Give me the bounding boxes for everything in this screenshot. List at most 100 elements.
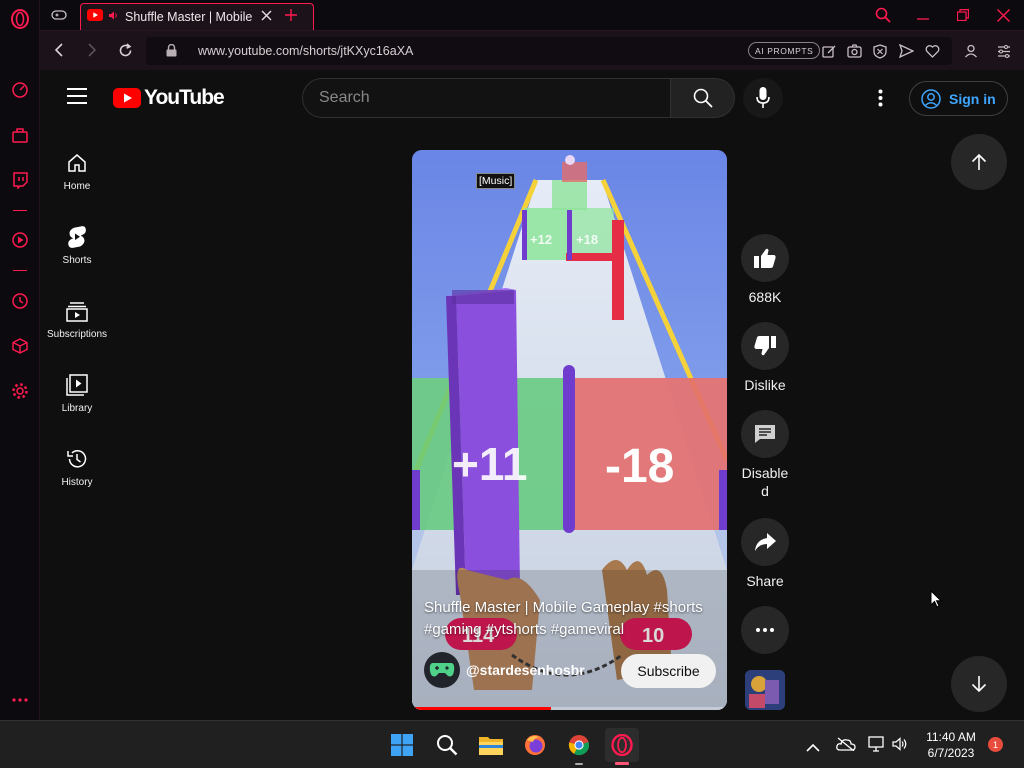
sign-in-button[interactable]: Sign in (909, 81, 1008, 116)
send-icon[interactable] (898, 43, 914, 59)
youtube-logo[interactable]: YouTube (113, 86, 225, 110)
forward-arrow-icon[interactable] (84, 42, 100, 58)
youtube-wordmark: YouTube (144, 86, 225, 109)
comments-action[interactable]: Disable d (739, 410, 791, 500)
close-tab-icon[interactable] (261, 8, 272, 26)
windows-taskbar: 11:40 AM 6/7/2023 1 (0, 720, 1024, 768)
audio-playing-icon[interactable] (108, 8, 119, 26)
speedometer-icon[interactable] (9, 79, 31, 101)
network-icon[interactable] (868, 736, 886, 757)
tab-youtube-short[interactable]: Shuffle Master | Mobile Gameplay #shorts (80, 3, 314, 30)
settings-more-icon[interactable] (878, 89, 883, 112)
opera-gx-icon (611, 734, 633, 756)
guide-label: Subscriptions (46, 329, 108, 340)
opera-logo-icon[interactable] (9, 8, 31, 30)
comments-button[interactable] (741, 410, 789, 458)
like-button[interactable] (741, 234, 789, 282)
player-icon[interactable] (9, 229, 31, 251)
ai-prompts-button[interactable]: AI PROMPTS (748, 42, 821, 59)
minimize-button[interactable] (912, 4, 934, 26)
share-action[interactable]: Share (739, 518, 791, 590)
chrome-button[interactable] (562, 728, 596, 765)
adblock-shield-icon[interactable] (872, 43, 888, 59)
guide-item-library[interactable]: Library (41, 369, 113, 443)
taskbar-search-button[interactable] (430, 728, 464, 762)
more-dots-icon[interactable] (9, 689, 31, 711)
guide-item-history[interactable]: History (41, 443, 113, 517)
new-tab-button[interactable] (280, 4, 302, 26)
voice-search-button[interactable] (743, 78, 783, 118)
progress-bar[interactable] (412, 707, 727, 710)
close-window-button[interactable] (992, 4, 1014, 26)
search-tabs-icon[interactable] (872, 4, 894, 26)
search-button[interactable] (671, 78, 735, 118)
windows-start-button[interactable] (385, 728, 419, 762)
url-field[interactable]: www.youtube.com/shorts/jtKXyc16aXA AI PR… (146, 37, 952, 65)
gate-right-label: -18 (605, 440, 674, 493)
search-box (302, 78, 671, 118)
account-circle-icon (921, 88, 941, 109)
reload-icon[interactable] (117, 42, 133, 58)
settings-gear-icon[interactable] (9, 380, 31, 402)
gamepad-avatar-icon (429, 663, 455, 677)
volume-icon[interactable] (892, 737, 908, 756)
youtube-play-logo-icon (113, 88, 141, 108)
easy-setup-icon[interactable] (996, 43, 1012, 59)
gamepad-icon[interactable] (48, 4, 70, 26)
lock-icon[interactable] (166, 43, 177, 62)
back-arrow-icon[interactable] (51, 42, 67, 58)
dislike-button[interactable] (741, 322, 789, 370)
onedrive-offline-icon[interactable] (836, 737, 856, 756)
opera-sidebar (0, 0, 40, 720)
more-options-action[interactable] (739, 606, 791, 654)
camera-snapshot-icon[interactable] (846, 43, 862, 59)
next-short-button[interactable] (951, 656, 1007, 712)
dislike-action[interactable]: Dislike (739, 322, 791, 394)
guide-item-subscriptions[interactable]: Subscriptions (41, 295, 113, 369)
more-horiz-icon (756, 628, 774, 632)
channel-avatar[interactable] (424, 652, 460, 688)
dislike-label: Dislike (744, 377, 786, 393)
tab-bar: Shuffle Master | Mobile Gameplay #shorts (40, 0, 1024, 30)
taskbar-clock[interactable]: 11:40 AM 6/7/2023 (920, 729, 982, 761)
show-hidden-icons-chevron-icon[interactable] (806, 739, 820, 757)
windows-logo-icon (391, 734, 413, 756)
gx-corner-icon[interactable] (9, 124, 31, 146)
guide-label: Library (61, 403, 93, 414)
firefox-button[interactable] (518, 728, 552, 762)
short-title[interactable]: Shuffle Master | Mobile Gameplay #shorts… (424, 597, 724, 641)
menu-hamburger-icon[interactable] (67, 88, 87, 109)
file-explorer-button[interactable] (474, 728, 508, 762)
twitch-icon[interactable] (9, 169, 31, 191)
clock-date: 6/7/2023 (927, 746, 975, 760)
chrome-icon (568, 735, 590, 756)
guide-item-home[interactable]: Home (41, 147, 113, 221)
channel-row: @stardesenhosbr Subscribe (424, 652, 716, 688)
cube-icon[interactable] (9, 335, 31, 357)
bookmark-heart-icon[interactable] (924, 43, 940, 59)
sidebar-divider (13, 270, 27, 271)
previous-short-button[interactable] (951, 134, 1007, 190)
edit-share-icon[interactable] (821, 43, 837, 59)
opera-gx-button[interactable] (605, 728, 639, 765)
like-action[interactable]: 688K (739, 234, 791, 306)
short-video-player[interactable]: +11 -18 +12 +18 114 10 [Music] Shuffle M… (412, 150, 727, 710)
sound-thumbnail[interactable] (745, 670, 785, 710)
more-options-button[interactable] (741, 606, 789, 654)
subscribe-button[interactable]: Subscribe (621, 654, 716, 688)
search-input[interactable] (319, 88, 649, 108)
comment-icon (755, 425, 775, 443)
notification-badge[interactable]: 1 (988, 737, 1003, 752)
tab-title: Shuffle Master | Mobile Gameplay #shorts (125, 10, 255, 24)
share-button[interactable] (741, 518, 789, 566)
clock-time: 11:40 AM (926, 730, 976, 744)
restore-button[interactable] (952, 4, 974, 26)
guide-item-shorts[interactable]: Shorts (41, 221, 113, 295)
closed-caption: [Music] (476, 173, 516, 189)
channel-name[interactable]: @stardesenhosbr (466, 662, 585, 678)
history-clock-icon[interactable] (9, 290, 31, 312)
account-icon[interactable] (963, 43, 979, 59)
sidebar-divider (13, 210, 27, 211)
youtube-page: YouTube Sign in Home Shorts Subscription… (41, 71, 1024, 720)
far-gate-right-label: +18 (576, 232, 598, 247)
